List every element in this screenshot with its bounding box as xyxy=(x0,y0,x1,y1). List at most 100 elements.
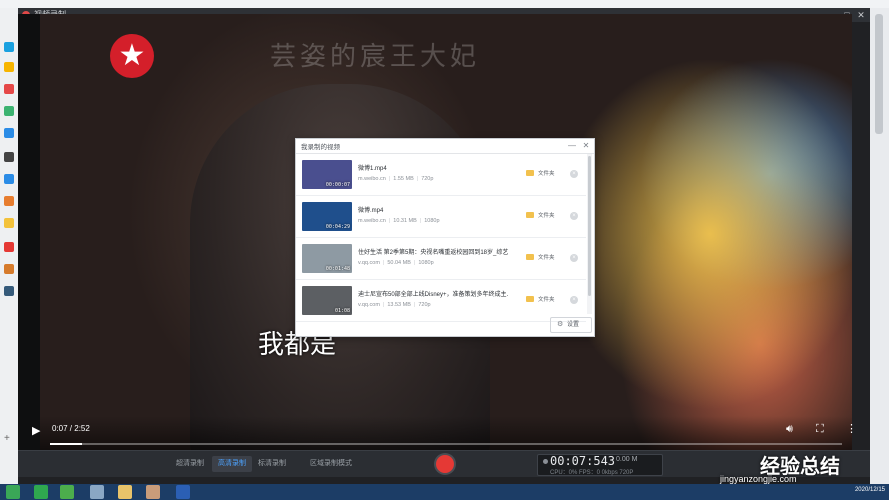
folder-icon xyxy=(526,254,534,260)
remove-icon[interactable]: × xyxy=(570,170,578,178)
dialog-minimize-button[interactable]: — xyxy=(566,140,578,152)
thumbnail-duration: 00:00:07 xyxy=(325,182,350,188)
app-icon[interactable] xyxy=(4,196,14,206)
play-icon[interactable]: ▶ xyxy=(32,424,40,438)
settings-button[interactable]: ⚙ 设置 xyxy=(550,317,592,333)
file-name: 住好生活 第2季第5期：央视名嘴重返校园回到18岁_综艺... xyxy=(358,250,508,256)
remove-icon[interactable]: × xyxy=(570,254,578,262)
app-icon[interactable] xyxy=(4,152,14,162)
record-timer: 00:07:543 0.00 M CPU：0% FPS：0 0kbps 720P xyxy=(537,454,663,476)
video-thumbnail[interactable]: 00:01:48 xyxy=(302,244,352,273)
remove-icon[interactable]: × xyxy=(570,296,578,304)
dialog-scrollbar-thumb[interactable] xyxy=(588,156,591,296)
video-thumbnail[interactable]: 00:04:29 xyxy=(302,202,352,231)
file-resolution: 1080p xyxy=(418,260,434,266)
dialog-close-button[interactable]: ✕ xyxy=(580,140,592,152)
timer-size: 0.00 M xyxy=(616,456,638,463)
remove-icon[interactable]: × xyxy=(570,212,578,220)
wechat-icon[interactable] xyxy=(34,485,48,499)
playback-time: 0:07 / 2:52 xyxy=(52,424,90,433)
file-source: v.qq.com xyxy=(358,260,380,266)
thumbnail-duration: 01:08 xyxy=(334,308,350,314)
record-button[interactable] xyxy=(436,455,454,473)
avatar-icon[interactable] xyxy=(146,485,160,499)
app-icon[interactable] xyxy=(4,174,14,184)
volume-icon[interactable]: 🔊︎ xyxy=(786,422,793,436)
mode-ultra-hd-button[interactable]: 超清录制 xyxy=(170,456,210,472)
outer-scrollbar-thumb[interactable] xyxy=(875,14,883,134)
recordings-dialog: 我录制的视频 — ✕ 00:00:07 微博1.mp4 m.weibo.cn | 1… xyxy=(295,138,595,337)
open-folder-label: 文件夹 xyxy=(538,213,555,219)
file-size: 1.55 MB xyxy=(393,176,414,182)
file-name: 迪士尼宣布50部全部上线Disney+，准备策划多年终成主... xyxy=(358,292,508,298)
file-size: 10.31 MB xyxy=(393,218,417,224)
folder-icon[interactable] xyxy=(118,485,132,499)
star-icon: ★ xyxy=(118,39,146,72)
outer-scrollbar[interactable] xyxy=(870,8,889,484)
dialog-scrollbar[interactable] xyxy=(587,154,592,314)
folder-icon xyxy=(526,170,534,176)
word-icon[interactable] xyxy=(176,485,190,499)
taskbar: 2020/12/15 xyxy=(0,484,889,500)
file-size: 50.04 MB xyxy=(387,260,411,266)
fullscreen-icon[interactable]: ⛶ xyxy=(816,422,824,436)
file-source: m.weibo.cn xyxy=(358,218,386,224)
progress-fill xyxy=(50,443,82,445)
mode-hd-button[interactable]: 高清录制 xyxy=(212,456,252,472)
file-name: 微博1.mp4 xyxy=(358,166,387,172)
open-folder-button[interactable]: 文件夹 xyxy=(526,211,555,221)
dialog-title: 我录制的视频 xyxy=(301,144,340,151)
video-thumbnail[interactable]: 00:00:07 xyxy=(302,160,352,189)
app-icon[interactable] xyxy=(4,42,14,52)
app-icon[interactable] xyxy=(4,242,14,252)
recording-item[interactable]: 00:04:29 微博.mp4 m.weibo.cn | 10.31 MB | 1080… xyxy=(296,196,586,238)
app-icon[interactable] xyxy=(4,128,14,138)
folder-icon xyxy=(526,212,534,218)
open-folder-button[interactable]: 文件夹 xyxy=(526,295,555,305)
timer-status-dot xyxy=(543,459,548,464)
app-icon[interactable] xyxy=(4,264,14,274)
video-watermark: 芸姿的宸王大妃 xyxy=(270,42,481,72)
close-button[interactable]: ✕ xyxy=(854,8,868,22)
timer-value: 00:07:543 xyxy=(550,454,616,468)
thumbnail-duration: 00:01:48 xyxy=(325,266,350,272)
add-icon[interactable]: + xyxy=(4,434,14,444)
open-folder-label: 文件夹 xyxy=(538,171,555,177)
player-controls: ▶ 0:07 / 2:52 🔊︎ ⛶ ⋮ xyxy=(32,416,857,450)
star-icon[interactable] xyxy=(4,62,14,72)
file-meta: m.weibo.cn | 10.31 MB | 1080p xyxy=(358,218,440,224)
site-watermark-url: jingyanzongjie.com xyxy=(720,474,797,484)
taskbar-clock: 2020/12/15 xyxy=(854,487,885,493)
weibo-icon[interactable] xyxy=(4,84,14,94)
browser-icon[interactable] xyxy=(60,485,74,499)
app-icon[interactable] xyxy=(90,485,104,499)
recording-item[interactable]: 00:00:07 微博1.mp4 m.weibo.cn | 1.55 MB | 720p… xyxy=(296,154,586,196)
file-size: 13.53 MB xyxy=(387,302,411,308)
file-source: m.weibo.cn xyxy=(358,176,386,182)
open-folder-label: 文件夹 xyxy=(538,297,555,303)
recording-item[interactable]: 00:01:48 住好生活 第2季第5期：央视名嘴重返校园回到18岁_综艺...… xyxy=(296,238,586,280)
file-source: v.qq.com xyxy=(358,302,380,308)
tv-channel-logo: ★ xyxy=(110,34,154,78)
app-icon[interactable] xyxy=(4,106,14,116)
app-icon[interactable] xyxy=(4,218,14,228)
open-folder-button[interactable]: 文件夹 xyxy=(526,169,555,179)
app-icon[interactable] xyxy=(4,286,14,296)
progress-bar[interactable] xyxy=(50,443,842,445)
settings-label: 设置 xyxy=(567,322,580,328)
file-meta: v.qq.com | 50.04 MB | 1080p xyxy=(358,260,434,266)
more-vertical-icon[interactable]: ⋮ xyxy=(846,422,857,436)
open-folder-label: 文件夹 xyxy=(538,255,555,261)
recording-item[interactable]: 01:08 迪士尼宣布50部全部上线Disney+，准备策划多年终成主... v… xyxy=(296,280,586,322)
video-thumbnail[interactable]: 01:08 xyxy=(302,286,352,315)
mode-region-button[interactable]: 区域录制模式 xyxy=(304,456,358,472)
dialog-titlebar: 我录制的视频 — ✕ xyxy=(296,139,594,154)
file-resolution: 1080p xyxy=(424,218,440,224)
mode-sd-button[interactable]: 标清录制 xyxy=(252,456,292,472)
start-icon[interactable] xyxy=(6,485,20,499)
file-resolution: 720p xyxy=(418,302,431,308)
thumbnail-duration: 00:04:29 xyxy=(325,224,350,230)
open-folder-button[interactable]: 文件夹 xyxy=(526,253,555,263)
gear-icon: ⚙ xyxy=(557,321,564,328)
file-meta: m.weibo.cn | 1.55 MB | 720p xyxy=(358,176,434,182)
